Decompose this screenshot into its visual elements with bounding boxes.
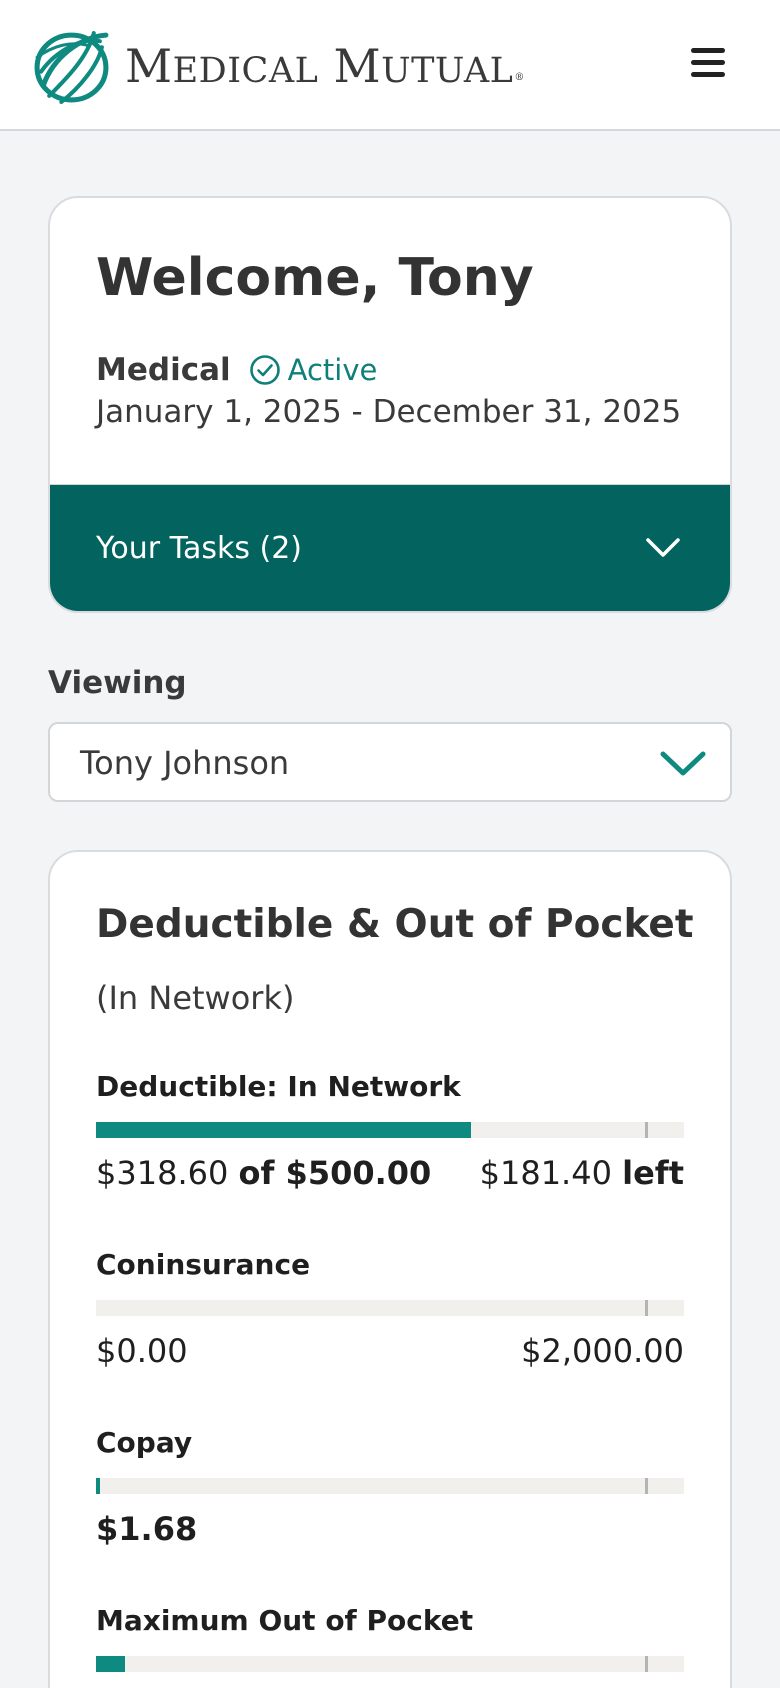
progress-tick	[645, 1122, 648, 1138]
coinsurance-amounts: $0.00 $2,000.00	[96, 1332, 684, 1376]
max-oop-progress-fill	[96, 1656, 125, 1672]
max-oop-label: Maximum Out of Pocket	[96, 1604, 474, 1637]
tasks-label: Your Tasks (2)	[96, 530, 302, 566]
viewing-member-select[interactable]: Tony Johnson	[48, 722, 732, 802]
max-oop-progress-bar	[96, 1656, 684, 1672]
plan-status-row: Medical Active	[96, 350, 377, 390]
deductible-progress-bar	[96, 1122, 684, 1138]
plan-type-label: Medical	[96, 352, 231, 388]
welcome-card: Welcome, Tony Medical Active January 1, …	[48, 196, 732, 613]
coinsurance-label: Coninsurance	[96, 1248, 311, 1281]
coinsurance-used: $0.00	[96, 1332, 188, 1370]
chevron-down-icon	[660, 751, 706, 776]
check-circle-icon	[249, 355, 280, 385]
deductible-progress-fill	[96, 1122, 471, 1138]
copay-progress-bar	[96, 1478, 684, 1494]
status-label: Active	[287, 353, 378, 387]
coinsurance-progress-bar	[96, 1300, 684, 1316]
copay-used: $1.68	[96, 1510, 198, 1548]
deductible-used: $318.60	[96, 1154, 229, 1192]
brand-wordmark[interactable]: MEDICAL MUTUAL®	[125, 40, 525, 97]
section-title: Deductible & Out of Pocket	[96, 902, 694, 947]
selected-member: Tony Johnson	[80, 744, 290, 782]
app-header: MEDICAL MUTUAL®	[0, 0, 780, 131]
progress-tick	[645, 1300, 648, 1316]
deductible-amounts: $318.60 of $500.00 $181.40 left	[96, 1154, 684, 1198]
copay-progress-fill	[96, 1478, 100, 1494]
deductible-total: of $500.00	[238, 1154, 432, 1192]
deductible-remaining: $181.40	[479, 1154, 612, 1192]
coinsurance-limit: $2,000.00	[521, 1332, 684, 1370]
status-badge: Active	[249, 353, 378, 387]
deductible-card: Deductible & Out of Pocket (In Network) …	[48, 850, 732, 1688]
progress-tick	[645, 1478, 648, 1494]
progress-tick	[645, 1656, 648, 1672]
copay-amounts: $1.68	[96, 1510, 684, 1554]
copay-label: Copay	[96, 1426, 193, 1459]
deductible-label: Deductible: In Network	[96, 1070, 461, 1103]
left-label: left	[622, 1154, 684, 1192]
page-title: Welcome, Tony	[96, 248, 534, 308]
your-tasks-toggle[interactable]: Your Tasks (2)	[50, 484, 730, 611]
plan-dates: January 1, 2025 - December 31, 2025	[96, 394, 682, 430]
section-subtitle: (In Network)	[96, 979, 295, 1017]
medical-mutual-logo-icon	[34, 31, 109, 104]
hamburger-menu-icon[interactable]	[689, 48, 727, 84]
chevron-down-icon	[646, 538, 680, 557]
viewing-label: Viewing	[48, 665, 187, 701]
